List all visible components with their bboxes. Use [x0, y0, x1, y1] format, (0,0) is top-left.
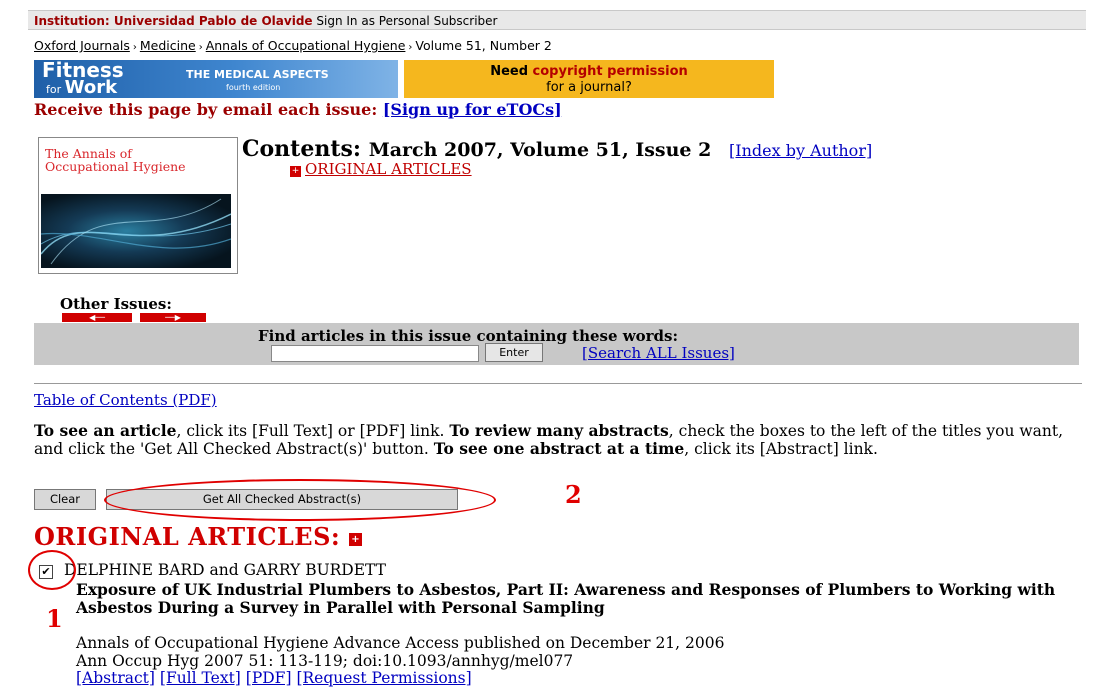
- contents-label: Contents:: [242, 136, 362, 162]
- copyright-permission-ad[interactable]: Need copyright permission for a journal?: [404, 60, 774, 98]
- breadcrumb-journal[interactable]: Annals of Occupational Hygiene: [206, 38, 406, 53]
- plus-box-icon: +: [290, 166, 301, 177]
- pdf-link[interactable]: [PDF]: [246, 669, 292, 687]
- institution-label: Institution: Universidad Pablo de Olavid…: [34, 14, 313, 28]
- article-authors: DELPHINE BARD and GARRY BURDETT: [64, 561, 387, 579]
- ad-copyright-highlight: copyright permission: [532, 64, 688, 79]
- section-jump-link-row: + ORIGINAL ARTICLES: [290, 160, 472, 178]
- annotation-ellipse-checkbox: [28, 550, 76, 590]
- breadcrumb-oxford-journals[interactable]: Oxford Journals: [34, 38, 130, 53]
- ad-copyright-pre: Need: [490, 64, 533, 79]
- next-issue-arrow-icon[interactable]: ──▶: [140, 313, 206, 322]
- article-citation-advance: Annals of Occupational Hygiene Advance A…: [76, 634, 725, 652]
- ad-edition-text: fourth edition: [226, 83, 281, 92]
- cover-title: The Annals of Occupational Hygiene: [45, 146, 186, 174]
- issue-search-panel: Find articles in this issue containing t…: [34, 323, 1079, 365]
- abstract-link[interactable]: [Abstract]: [76, 669, 155, 687]
- toc-pdf-link[interactable]: Table of Contents (PDF): [34, 391, 217, 409]
- index-by-author-link[interactable]: [Index by Author]: [729, 141, 872, 160]
- enter-button[interactable]: Enter: [485, 343, 543, 362]
- toc-pdf-row: Table of Contents (PDF): [34, 391, 217, 409]
- divider: [34, 383, 1082, 384]
- breadcrumb-separator: ›: [132, 42, 137, 53]
- other-issues-label: Other Issues:: [60, 295, 172, 313]
- search-input[interactable]: [271, 345, 479, 362]
- original-articles-link[interactable]: ORIGINAL ARTICLES: [305, 160, 472, 178]
- ad-copyright-line2: for a journal?: [546, 80, 632, 95]
- email-signup-text: Receive this page by email each issue:: [34, 100, 383, 119]
- search-label: Find articles in this issue containing t…: [258, 327, 679, 345]
- email-signup-row: Receive this page by email each issue: […: [34, 100, 562, 119]
- article-citation-doi: Ann Occup Hyg 2007 51: 113-119; doi:10.1…: [76, 652, 574, 670]
- fitness-for-work-ad[interactable]: Fitness for Work THE MEDICAL ASPECTS fou…: [34, 60, 398, 98]
- annotation-number-2: 2: [565, 480, 582, 509]
- contents-heading: Contents: March 2007, Volume 51, Issue 2…: [242, 136, 872, 162]
- ad-medical-aspects-text: THE MEDICAL ASPECTS: [186, 68, 329, 81]
- institution-bar: Institution: Universidad Pablo de Olavid…: [28, 10, 1086, 30]
- request-permissions-link[interactable]: [Request Permissions]: [296, 669, 471, 687]
- clear-button[interactable]: Clear: [34, 489, 96, 510]
- annotation-ellipse-get-all: [104, 479, 496, 521]
- signin-link[interactable]: Sign In as Personal Subscriber: [316, 14, 497, 28]
- ad-for-work-text: for Work: [46, 77, 118, 98]
- annotation-number-1: 1: [46, 604, 63, 633]
- plus-box-icon: +: [349, 533, 363, 546]
- breadcrumb-separator: ›: [408, 42, 413, 53]
- issue-label: March 2007, Volume 51, Issue 2: [368, 139, 712, 161]
- article-links: [Abstract] [Full Text] [PDF] [Request Pe…: [76, 669, 472, 687]
- article-title: Exposure of UK Industrial Plumbers to As…: [76, 580, 1056, 617]
- breadcrumb-medicine[interactable]: Medicine: [140, 38, 196, 53]
- section-title: ORIGINAL ARTICLES: +: [34, 522, 366, 551]
- breadcrumb: Oxford Journals › Medicine › Annals of Occup…: [34, 38, 552, 53]
- cover-artwork: [40, 194, 232, 268]
- breadcrumb-current: Volume 51, Number 2: [415, 38, 552, 53]
- breadcrumb-separator: ›: [198, 42, 203, 53]
- etoc-signup-link[interactable]: [Sign up for eTOCs]: [383, 100, 562, 119]
- full-text-link[interactable]: [Full Text]: [160, 669, 241, 687]
- previous-issue-arrow-icon[interactable]: ◀──: [62, 313, 132, 322]
- instructions-text: To see an article, click its [Full Text]…: [34, 421, 1064, 459]
- search-all-issues-link[interactable]: [Search ALL Issues]: [582, 344, 735, 362]
- journal-cover-image: The Annals of Occupational Hygiene: [38, 137, 238, 274]
